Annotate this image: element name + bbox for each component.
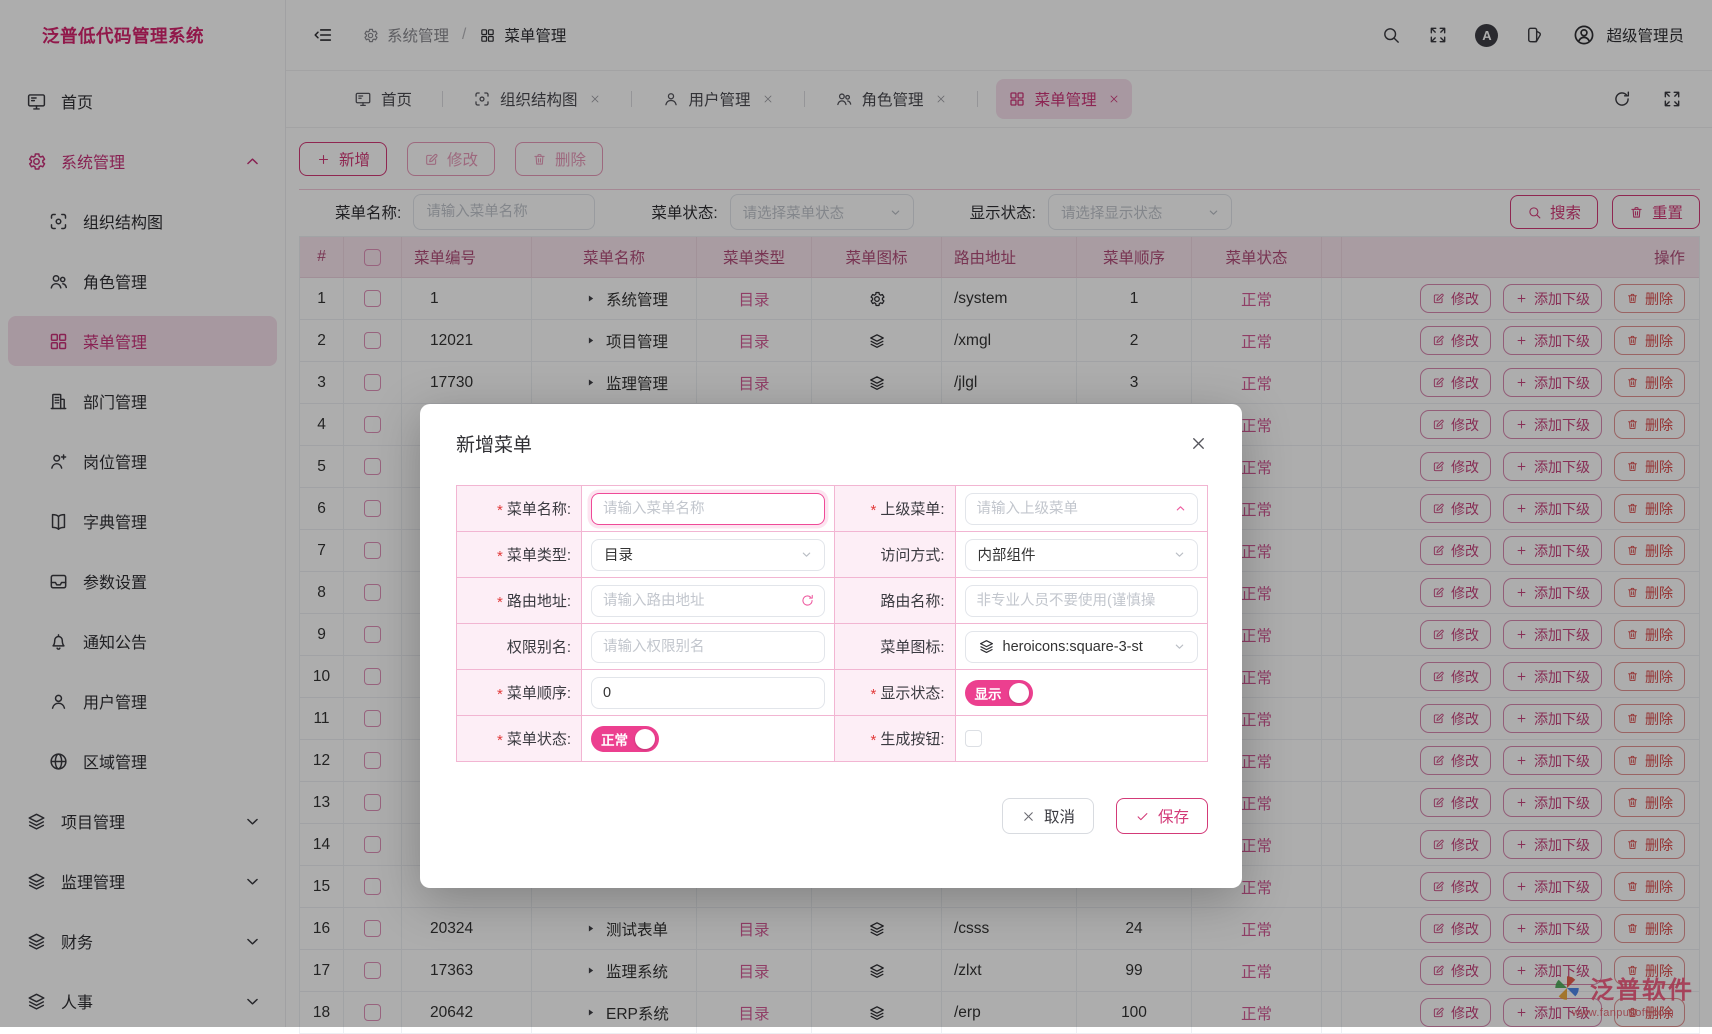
access-mode-select-value: 内部组件 xyxy=(978,544,1173,565)
field-label-text: 显示状态: xyxy=(880,682,944,703)
field-label-text: 路由名称: xyxy=(880,590,944,611)
field-parent-menu xyxy=(956,486,1209,532)
save-button[interactable]: 保存 xyxy=(1116,798,1208,834)
field-label-text: 菜单名称: xyxy=(507,498,571,519)
menu-icon-select[interactable]: heroicons:square-3-st xyxy=(965,631,1199,663)
field-label-menu-type: *菜单类型: xyxy=(457,532,582,578)
access-mode-select[interactable]: 内部组件 xyxy=(965,539,1199,571)
field-label-text: 路由地址: xyxy=(507,590,571,611)
toggle-knob xyxy=(1009,683,1029,703)
close-icon xyxy=(1021,809,1036,824)
menu-status-toggle[interactable]: 正常 xyxy=(591,726,659,752)
field-generate-button xyxy=(956,716,1209,762)
menu-status-toggle-label: 正常 xyxy=(601,729,628,749)
field-label-parent-menu: *上级菜单: xyxy=(835,486,956,532)
field-route-name xyxy=(956,578,1209,624)
chevron-down-icon xyxy=(799,547,814,562)
modal-close-icon[interactable] xyxy=(1189,434,1208,453)
field-label-route-path: *路由地址: xyxy=(457,578,582,624)
menu-type-select-value: 目录 xyxy=(604,544,799,565)
field-label-text: 菜单图标: xyxy=(880,636,944,657)
required-asterisk: * xyxy=(497,594,503,611)
required-asterisk: * xyxy=(870,732,876,749)
field-label-text: 访问方式: xyxy=(880,544,944,565)
permission-alias-input[interactable] xyxy=(591,631,825,663)
field-label-text: 上级菜单: xyxy=(880,498,944,519)
display-status-toggle-label: 显示 xyxy=(975,683,1002,703)
required-asterisk: * xyxy=(870,502,876,519)
check-icon xyxy=(1135,809,1150,824)
modal-title: 新增菜单 xyxy=(456,430,532,457)
parent-menu-input-wrap xyxy=(965,493,1199,525)
layers-icon xyxy=(978,638,995,655)
save-button-label: 保存 xyxy=(1158,805,1189,827)
generate-button-checkbox[interactable] xyxy=(965,730,982,747)
field-label-text: 权限别名: xyxy=(507,636,571,657)
field-label-access-mode: 访问方式: xyxy=(835,532,956,578)
field-access-mode: 内部组件 xyxy=(956,532,1209,578)
required-asterisk: * xyxy=(497,686,503,703)
cancel-button[interactable]: 取消 xyxy=(1002,798,1094,834)
menu-order-input-wrap xyxy=(591,677,825,709)
field-menu-name xyxy=(582,486,835,532)
required-asterisk: * xyxy=(497,502,503,519)
field-label-permission-alias: 权限别名: xyxy=(457,624,582,670)
field-menu-order xyxy=(582,670,835,716)
field-label-display-status: *显示状态: xyxy=(835,670,956,716)
modal-header: 新增菜单 xyxy=(456,430,1208,457)
chevron-down-icon xyxy=(1172,547,1187,562)
route-name-input-wrap xyxy=(965,585,1199,617)
cancel-button-label: 取消 xyxy=(1044,805,1075,827)
field-route-path xyxy=(582,578,835,624)
field-label-generate-button: *生成按钮: xyxy=(835,716,956,762)
field-permission-alias xyxy=(582,624,835,670)
refresh-icon[interactable] xyxy=(800,593,815,608)
field-label-text: 菜单顺序: xyxy=(507,682,571,703)
field-label-menu-name: *菜单名称: xyxy=(457,486,582,532)
field-label-text: 菜单状态: xyxy=(507,728,571,749)
toggle-knob xyxy=(635,729,655,749)
field-label-text: 菜单类型: xyxy=(507,544,571,565)
field-display-status: 显示 xyxy=(956,670,1209,716)
permission-alias-input-wrap xyxy=(591,631,825,663)
menu-name-input-wrap xyxy=(591,493,825,525)
required-asterisk: * xyxy=(497,732,503,749)
required-asterisk: * xyxy=(497,548,503,565)
chevron-up-icon[interactable] xyxy=(1173,501,1188,516)
field-menu-icon: heroicons:square-3-st xyxy=(956,624,1209,670)
parent-menu-input[interactable] xyxy=(965,493,1199,525)
menu-order-input[interactable] xyxy=(591,677,825,709)
route-name-input[interactable] xyxy=(965,585,1199,617)
add-menu-modal: 新增菜单 *菜单名称:*上级菜单:*菜单类型:目录访问方式:内部组件*路由地址:… xyxy=(420,404,1242,888)
field-label-text: 生成按钮: xyxy=(880,728,944,749)
menu-icon-select-value: heroicons:square-3-st xyxy=(1003,639,1173,655)
required-asterisk: * xyxy=(870,686,876,703)
chevron-down-icon xyxy=(1172,639,1187,654)
menu-name-input[interactable] xyxy=(591,493,825,525)
route-path-input[interactable] xyxy=(591,585,825,617)
display-status-toggle[interactable]: 显示 xyxy=(965,680,1033,706)
field-label-menu-status: *菜单状态: xyxy=(457,716,582,762)
add-menu-form: *菜单名称:*上级菜单:*菜单类型:目录访问方式:内部组件*路由地址:路由名称:… xyxy=(456,485,1208,762)
modal-footer: 取消 保存 xyxy=(456,798,1208,834)
field-label-route-name: 路由名称: xyxy=(835,578,956,624)
field-label-menu-order: *菜单顺序: xyxy=(457,670,582,716)
menu-type-select[interactable]: 目录 xyxy=(591,539,825,571)
route-path-input-wrap xyxy=(591,585,825,617)
field-label-menu-icon: 菜单图标: xyxy=(835,624,956,670)
field-menu-type: 目录 xyxy=(582,532,835,578)
field-menu-status: 正常 xyxy=(582,716,835,762)
